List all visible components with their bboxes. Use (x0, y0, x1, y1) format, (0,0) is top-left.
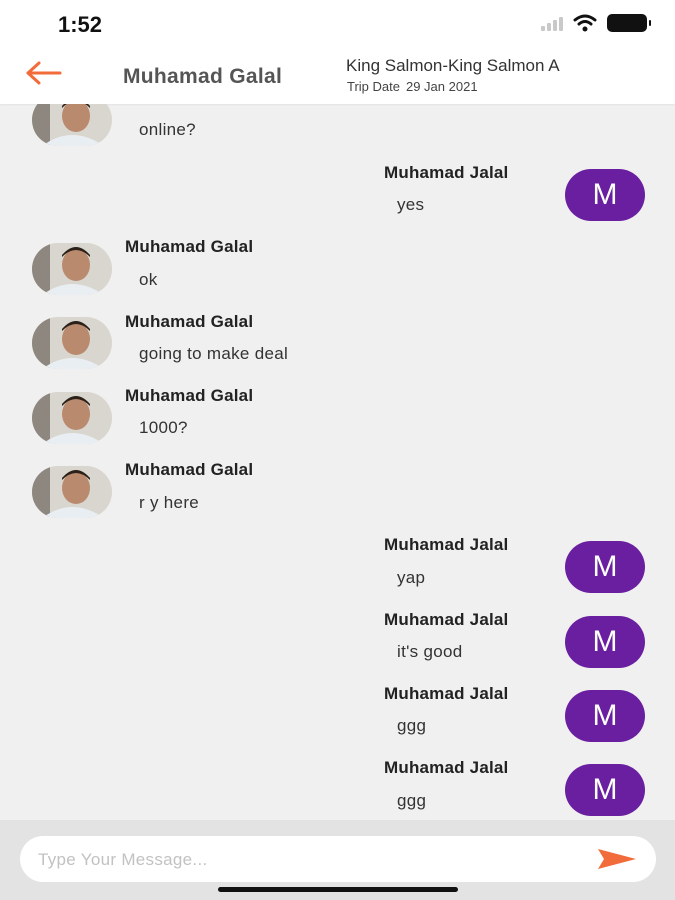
sender-name: Muhamad Jalal (384, 684, 509, 703)
message-text: r y here (139, 493, 200, 512)
message-text: 1000? (139, 418, 188, 437)
message-text: ggg (397, 716, 427, 735)
sender-avatar: M (565, 764, 645, 816)
contact-name: Muhamad Galal (123, 65, 283, 88)
message-input[interactable] (36, 836, 580, 884)
back-button[interactable] (22, 58, 66, 88)
message-text: ok (139, 270, 158, 289)
sender-name: Muhamad Jalal (384, 610, 509, 629)
message-text: ggg (397, 791, 427, 810)
sender-avatar (32, 317, 112, 369)
sender-avatar (32, 392, 112, 444)
sender-avatar: M (565, 169, 645, 221)
send-icon (598, 849, 636, 869)
arrow-left-icon (26, 61, 62, 85)
sender-name: Muhamad Galal (125, 386, 254, 405)
message-text: it's good (397, 642, 463, 661)
trip-date: Trip Date 29 Jan 2021 (347, 79, 478, 94)
sender-avatar: M (565, 690, 645, 742)
battery-icon (607, 14, 651, 32)
status-bar: 1:52 (0, 0, 675, 48)
status-icons (541, 14, 651, 32)
sender-name: Muhamad Jalal (384, 758, 509, 777)
sender-name: Muhamad Galal (125, 237, 254, 256)
sender-name: Muhamad Jalal (384, 535, 509, 554)
trip-date-value: 29 Jan 2021 (405, 79, 478, 94)
message-input-container (20, 836, 656, 884)
sender-name: Muhamad Galal (125, 460, 254, 479)
message-text: yes (397, 195, 425, 214)
wifi-icon (573, 14, 597, 32)
sender-avatar (32, 104, 112, 146)
home-indicator (218, 887, 458, 892)
sender-avatar: M (565, 541, 645, 593)
chat-messages[interactable]: online? Muhamad Jalal yes M Muhamad Gala… (0, 104, 675, 820)
sender-name: Muhamad Jalal (384, 163, 509, 182)
message-text: going to make deal (139, 344, 289, 363)
status-time: 1:52 (58, 12, 103, 37)
sender-avatar: M (565, 616, 645, 668)
chat-header: Muhamad Galal King Salmon-King Salmon A … (0, 48, 675, 104)
message-text: yap (397, 568, 426, 587)
trip-route: King Salmon-King Salmon A (346, 56, 560, 75)
sender-name: Muhamad Galal (125, 312, 254, 331)
sender-avatar (32, 243, 112, 295)
message-text: online? (139, 120, 196, 139)
send-button[interactable] (596, 847, 638, 871)
trip-date-label: Trip Date (347, 79, 400, 94)
signal-icon (541, 15, 563, 31)
sender-avatar (32, 466, 112, 518)
